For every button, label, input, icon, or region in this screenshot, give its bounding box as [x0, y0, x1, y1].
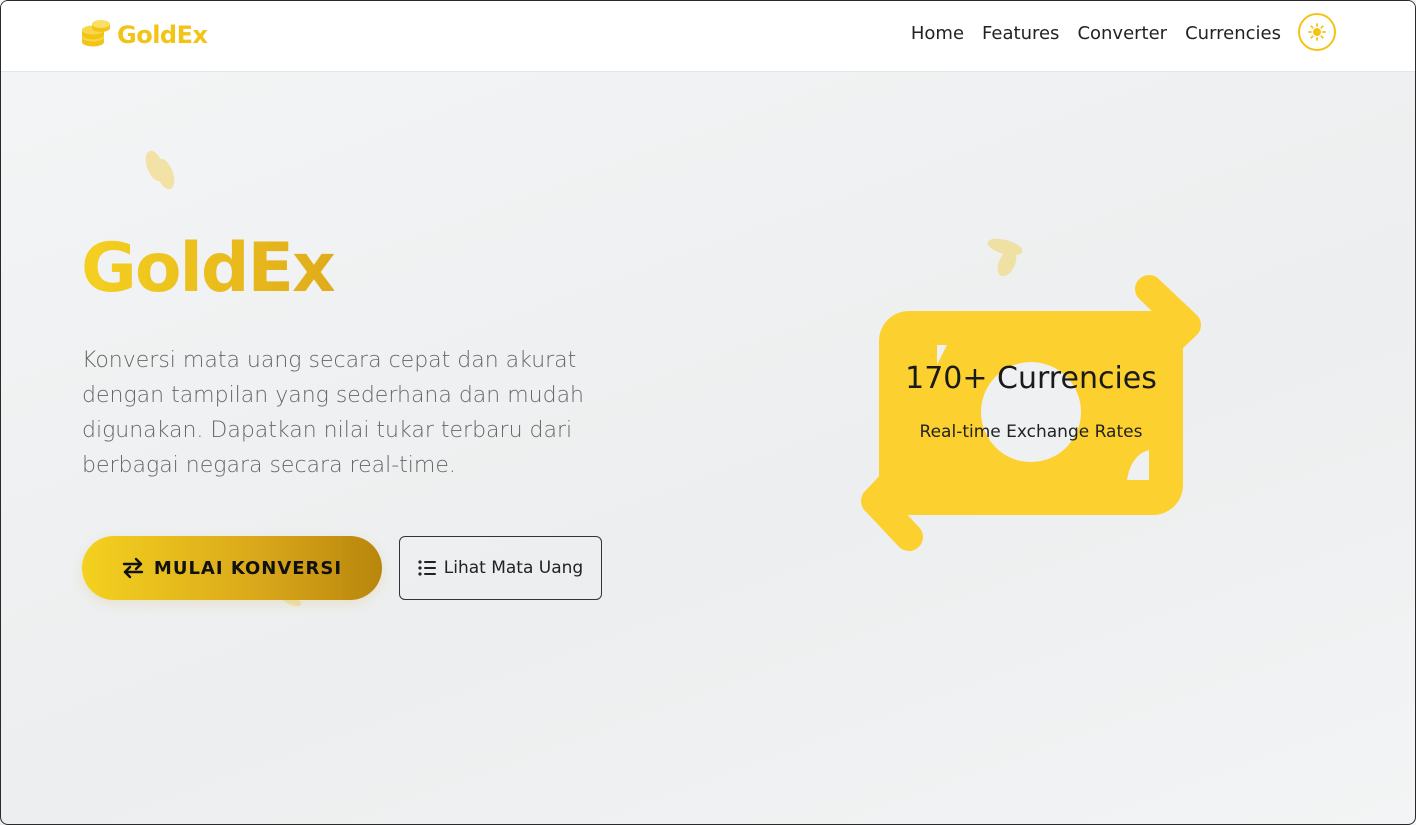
currency-count-title: 170+ Currencies — [905, 361, 1157, 396]
hero-description: Konversi mata uang secara cepat dan akur… — [82, 348, 584, 478]
app-window: GoldEx Home Features Converter Currencie… — [0, 0, 1416, 825]
nav-menu: Home Features Converter Currencies — [911, 23, 1281, 44]
nav-link-converter[interactable]: Converter — [1077, 23, 1167, 44]
money-exchange-icon — [861, 275, 1201, 551]
nav-link-home[interactable]: Home — [911, 23, 964, 44]
hero-title: GoldEx — [81, 229, 336, 308]
nav-link-features[interactable]: Features — [982, 23, 1059, 44]
list-icon — [418, 560, 436, 576]
sun-icon — [1308, 23, 1326, 41]
brand-logo[interactable]: GoldEx — [81, 20, 208, 50]
nav-link-currencies[interactable]: Currencies — [1185, 23, 1281, 44]
navbar: GoldEx Home Features Converter Currencie… — [1, 1, 1415, 72]
exchange-rates-subtitle: Real-time Exchange Rates — [919, 422, 1143, 442]
start-conversion-label: MULAI KONVERSI — [153, 557, 343, 579]
view-currencies-button[interactable]: Lihat Mata Uang — [399, 536, 602, 600]
exchange-icon — [122, 557, 144, 579]
coin-decoration-icon — [987, 238, 1023, 277]
start-conversion-button[interactable]: MULAI KONVERSI — [82, 536, 382, 600]
view-currencies-label: Lihat Mata Uang — [443, 558, 584, 578]
coin-decoration-icon — [145, 150, 175, 190]
theme-toggle-button[interactable] — [1298, 13, 1336, 51]
brand-name: GoldEx — [117, 21, 208, 49]
coins-icon — [82, 20, 110, 47]
